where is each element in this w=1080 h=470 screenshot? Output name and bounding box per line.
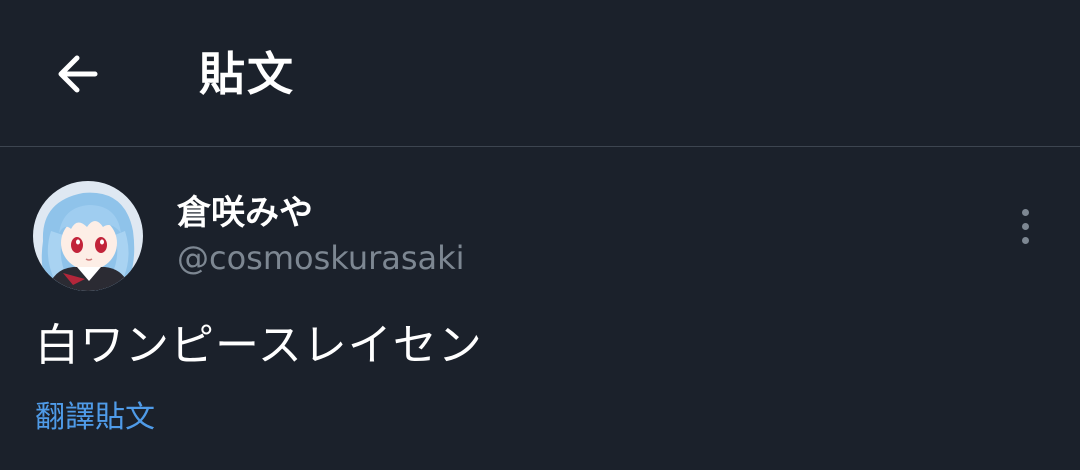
post-text: 白ワンピースレイセン xyxy=(35,320,483,371)
post: 倉咲みや @cosmoskurasaki 白ワンピースレイセン 翻譯貼文 xyxy=(0,148,1080,470)
arrow-left-icon xyxy=(58,55,98,93)
avatar[interactable] xyxy=(33,181,143,291)
top-bar: 貼文 xyxy=(0,0,1080,147)
page-title: 貼文 xyxy=(199,47,295,101)
back-button[interactable] xyxy=(50,47,104,101)
more-options-button[interactable] xyxy=(1005,204,1045,248)
anime-girl-avatar-image xyxy=(33,181,143,291)
translate-post-link[interactable]: 翻譯貼文 xyxy=(35,398,155,438)
author-handle[interactable]: @cosmoskurasaki xyxy=(177,238,465,278)
author-display-name[interactable]: 倉咲みや xyxy=(177,192,313,234)
more-vertical-icon xyxy=(1021,208,1029,216)
